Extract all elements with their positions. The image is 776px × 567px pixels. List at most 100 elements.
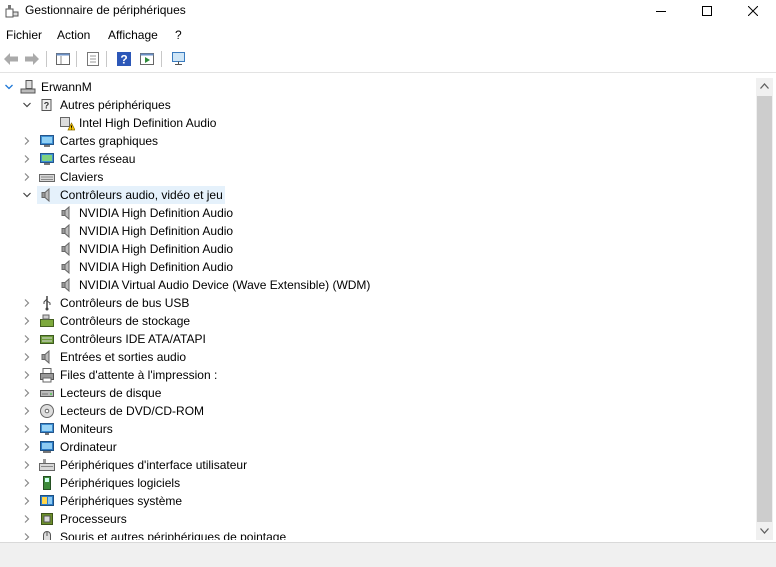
category-cartes-reseau[interactable]: Cartes réseau <box>60 151 135 167</box>
vertical-scrollbar[interactable] <box>756 78 773 540</box>
category-lecteurs-de-disque[interactable]: Lecteurs de disque <box>60 385 161 401</box>
warning-device-icon <box>60 117 75 131</box>
keyboard-icon <box>39 174 55 182</box>
category-cartes-graphiques[interactable]: Cartes graphiques <box>60 133 158 149</box>
speaker-icon <box>61 277 70 293</box>
category-expander[interactable] <box>22 298 32 308</box>
category-autres-peripheriques[interactable]: Autres périphériques <box>60 97 171 113</box>
root-collapse-chevron[interactable] <box>4 82 14 92</box>
chevron-right-icon <box>24 533 30 540</box>
category-controleurs-de-stockage[interactable]: Contrôleurs de stockage <box>60 313 190 329</box>
category-expander[interactable] <box>22 496 32 506</box>
chevron-right-icon <box>24 461 30 469</box>
maximize-button[interactable] <box>684 0 730 22</box>
category-expander[interactable] <box>22 532 32 540</box>
disk-drive-icon <box>40 390 54 397</box>
category-expander[interactable] <box>22 406 32 416</box>
category-expander[interactable] <box>22 172 32 182</box>
back-button[interactable] <box>2 50 20 68</box>
chevron-down-icon <box>23 192 31 198</box>
category-peripheriques-d-interface-utilisateur[interactable]: Périphériques d'interface utilisateur <box>60 457 247 473</box>
scroll-up-icon[interactable] <box>760 83 769 89</box>
category-ordinateur[interactable]: Ordinateur <box>60 439 117 455</box>
category-expander[interactable] <box>22 334 32 344</box>
category-expander[interactable] <box>22 370 32 380</box>
chevron-right-icon <box>24 317 30 325</box>
forward-button[interactable] <box>23 50 41 68</box>
category-expander[interactable] <box>22 100 32 110</box>
category-claviers[interactable]: Claviers <box>60 169 103 185</box>
category-expander[interactable] <box>22 136 32 146</box>
category-expander[interactable] <box>22 316 32 326</box>
category-peripheriques-logiciels[interactable]: Périphériques logiciels <box>60 475 180 491</box>
chevron-right-icon <box>24 479 30 487</box>
category-controleurs-de-bus-usb[interactable]: Contrôleurs de bus USB <box>60 295 189 311</box>
device-item[interactable]: Intel High Definition Audio <box>79 115 216 131</box>
chevron-right-icon <box>24 335 30 343</box>
menu-fichier[interactable]: Fichier <box>6 28 42 42</box>
maximize-icon <box>702 6 712 16</box>
chevron-right-icon <box>24 299 30 307</box>
ide-controller-icon <box>40 335 54 344</box>
menu-affichage[interactable]: Affichage <box>108 28 158 42</box>
minimize-button[interactable] <box>638 0 684 22</box>
printer-icon <box>40 368 54 383</box>
category-controleurs-audio-video-et-jeu[interactable]: Contrôleurs audio, vidéo et jeu <box>60 187 223 203</box>
run-icon <box>140 53 154 65</box>
category-files-d-attente-a-l-impression[interactable]: Files d'attente à l'impression : <box>60 367 217 383</box>
computer-icon <box>20 80 36 94</box>
device-item[interactable]: NVIDIA High Definition Audio <box>79 223 233 239</box>
window-title: Gestionnaire de périphériques <box>25 3 186 17</box>
tree-root-label[interactable]: ErwannM <box>41 79 92 95</box>
category-expander[interactable] <box>22 442 32 452</box>
scrollbar-thumb[interactable] <box>757 96 772 522</box>
speaker-icon <box>41 187 50 203</box>
menu-bar: Fichier Action Affichage ? <box>0 24 776 46</box>
monitor-icon <box>40 423 54 435</box>
category-lecteurs-de-dvd-cd-rom[interactable]: Lecteurs de DVD/CD-ROM <box>60 403 204 419</box>
scroll-down-icon[interactable] <box>760 528 769 534</box>
device-item[interactable]: NVIDIA High Definition Audio <box>79 205 233 221</box>
unknown-device-icon: ? <box>41 99 52 111</box>
category-expander[interactable] <box>22 388 32 398</box>
system-device-icon <box>40 495 54 506</box>
chevron-right-icon <box>24 515 30 523</box>
usb-icon <box>43 296 51 311</box>
category-expander[interactable] <box>22 514 32 524</box>
properties-icon <box>87 52 99 66</box>
device-tree: ErwannM ? Autres périphériques Intel High … <box>0 78 756 540</box>
chevron-right-icon <box>24 137 30 145</box>
forward-arrow-icon <box>25 53 39 65</box>
mouse-icon <box>43 531 51 540</box>
category-expander[interactable] <box>22 478 32 488</box>
category-processeurs[interactable]: Processeurs <box>60 511 127 527</box>
close-button[interactable] <box>730 0 776 22</box>
console-tree-button[interactable] <box>54 50 72 68</box>
display-adapter-icon <box>40 135 54 147</box>
category-expander[interactable] <box>22 424 32 434</box>
category-souris-et-autres-peripheriques-de-pointage[interactable]: Souris et autres périphériques de pointa… <box>60 529 286 540</box>
scan-hardware-icon <box>172 52 185 65</box>
run-button[interactable] <box>138 50 156 68</box>
category-expander[interactable] <box>22 190 32 200</box>
category-expander[interactable] <box>22 154 32 164</box>
menu-action[interactable]: Action <box>57 28 90 42</box>
category-peripheriques-systeme[interactable]: Périphériques système <box>60 493 182 509</box>
properties-button[interactable] <box>84 50 102 68</box>
category-entrees-et-sorties-audio[interactable]: Entrées et sorties audio <box>60 349 186 365</box>
dvd-drive-icon <box>40 404 54 418</box>
help-button[interactable]: ? <box>115 50 133 68</box>
device-item[interactable]: NVIDIA High Definition Audio <box>79 259 233 275</box>
category-expander[interactable] <box>22 460 32 470</box>
speaker-icon <box>61 259 70 275</box>
chevron-down-icon <box>23 102 31 108</box>
category-controleurs-ide-ata-atapi[interactable]: Contrôleurs IDE ATA/ATAPI <box>60 331 206 347</box>
category-moniteurs[interactable]: Moniteurs <box>60 421 113 437</box>
toolbar-separator <box>46 51 47 67</box>
device-item[interactable]: NVIDIA High Definition Audio <box>79 241 233 257</box>
category-expander[interactable] <box>22 352 32 362</box>
toolbar: ? <box>0 46 776 73</box>
menu-help[interactable]: ? <box>175 28 182 42</box>
scan-hardware-button[interactable] <box>170 50 188 68</box>
device-item[interactable]: NVIDIA Virtual Audio Device (Wave Extens… <box>79 277 370 293</box>
